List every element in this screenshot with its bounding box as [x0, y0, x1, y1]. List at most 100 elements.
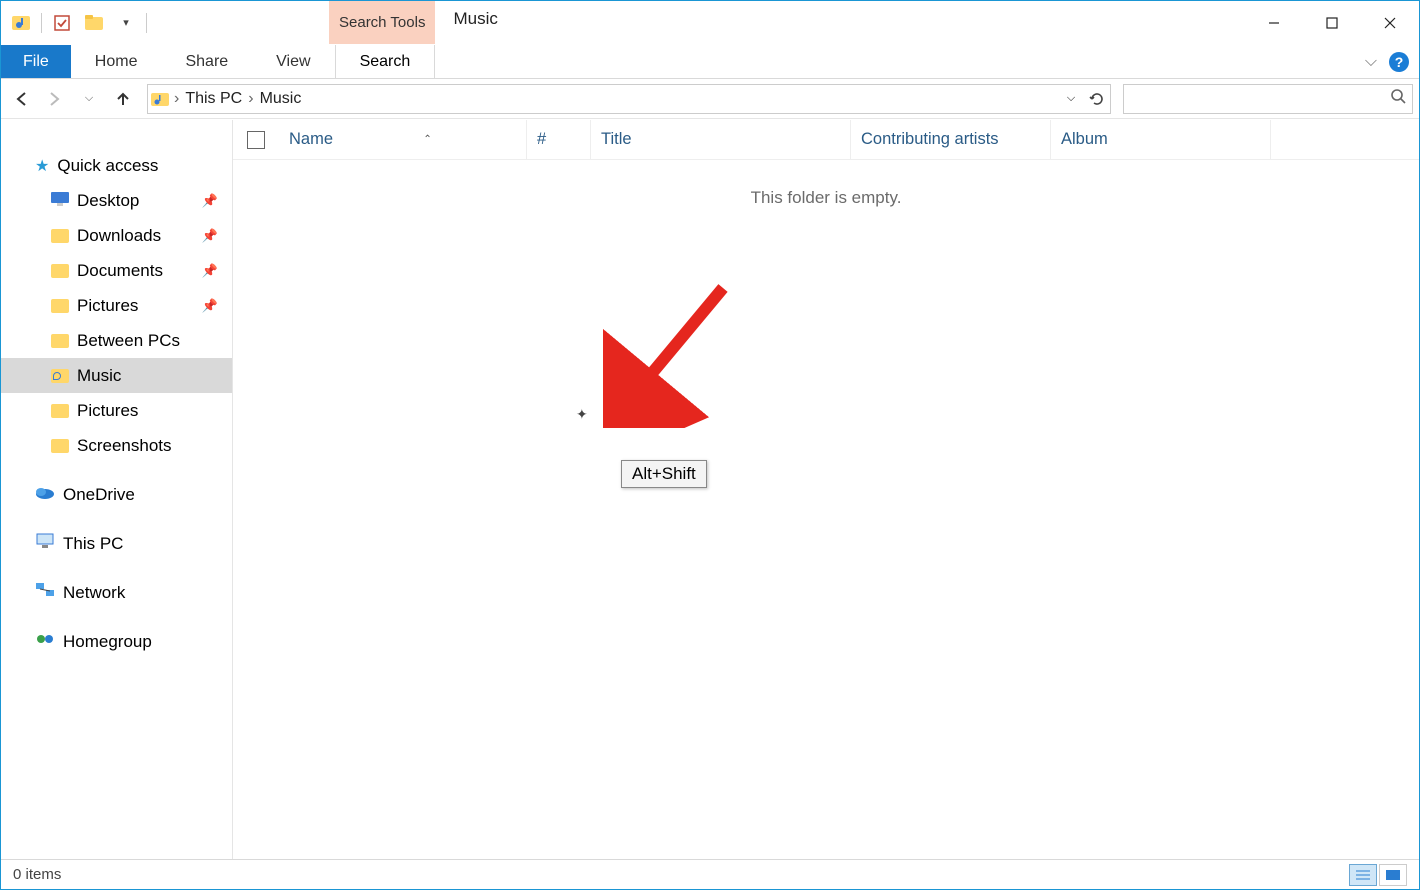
context-tab-search-tools[interactable]: Search Tools — [329, 1, 435, 44]
new-folder-icon[interactable] — [80, 9, 108, 37]
sidebar-item-between-pcs[interactable]: Between PCs — [1, 323, 232, 358]
folder-icon — [51, 264, 69, 278]
refresh-button[interactable] — [1084, 85, 1110, 113]
keyboard-tooltip: Alt+Shift — [621, 460, 707, 488]
folder-icon — [51, 439, 69, 453]
column-number[interactable]: # — [527, 120, 591, 159]
sidebar-label: OneDrive — [63, 485, 135, 505]
sidebar-item-label: Desktop — [77, 191, 139, 211]
ribbon-expand-icon[interactable]: ⌵ — [1365, 53, 1377, 71]
sidebar-label: This PC — [63, 534, 123, 554]
sidebar-item-desktop[interactable]: Desktop 📌 — [1, 183, 232, 218]
window-title: Music — [435, 1, 515, 44]
cursor-icon: ✦ — [576, 406, 588, 423]
sidebar-item-label: Screenshots — [77, 436, 172, 456]
sidebar-item-music[interactable]: Music — [1, 358, 232, 393]
sidebar-item-downloads[interactable]: Downloads 📌 — [1, 218, 232, 253]
pc-icon — [35, 533, 55, 554]
sidebar-homegroup[interactable]: Homegroup — [1, 624, 232, 659]
sidebar-network[interactable]: Network — [1, 575, 232, 610]
ribbon-tabs: File Home Share View Search ⌵ ? — [1, 45, 1419, 79]
breadcrumb-this-pc[interactable]: This PC — [181, 90, 246, 108]
column-label: Title — [601, 130, 632, 149]
column-label: Contributing artists — [861, 130, 999, 149]
sidebar-item-label: Music — [77, 366, 121, 386]
ribbon-tab-search[interactable]: Search — [335, 45, 436, 78]
column-label: Album — [1061, 130, 1108, 149]
location-music-icon — [148, 91, 172, 107]
desktop-icon — [51, 191, 69, 211]
column-label: # — [537, 130, 546, 149]
search-box[interactable] — [1123, 84, 1413, 114]
chevron-right-icon[interactable]: › — [172, 90, 181, 108]
folder-icon — [51, 229, 69, 243]
pin-icon: 📌 — [202, 298, 218, 314]
music-folder-icon — [51, 369, 69, 383]
sidebar-item-pictures[interactable]: Pictures 📌 — [1, 288, 232, 323]
column-contributing-artists[interactable]: Contributing artists — [851, 120, 1051, 159]
minimize-button[interactable] — [1245, 1, 1303, 44]
navigation-pane: ★ Quick access Desktop 📌 Downloads 📌 Doc… — [1, 120, 233, 859]
address-bar[interactable]: › This PC › Music ⌵ — [147, 84, 1111, 114]
maximize-button[interactable] — [1303, 1, 1361, 44]
folder-icon — [51, 404, 69, 418]
column-name[interactable]: Name ⌃ — [279, 120, 527, 159]
ribbon-tab-view[interactable]: View — [252, 45, 334, 78]
onedrive-icon — [35, 485, 55, 505]
sidebar-item-label: Documents — [77, 261, 163, 281]
view-large-icons-button[interactable] — [1379, 864, 1407, 886]
recent-locations-button[interactable]: ⌵ — [75, 85, 103, 113]
sidebar-quick-access[interactable]: ★ Quick access — [1, 148, 232, 183]
folder-icon — [51, 299, 69, 313]
view-details-button[interactable] — [1349, 864, 1377, 886]
separator — [146, 13, 147, 33]
sidebar-onedrive[interactable]: OneDrive — [1, 477, 232, 512]
annotation-arrow — [603, 268, 743, 428]
column-album[interactable]: Album — [1051, 120, 1271, 159]
qat-customize-icon[interactable]: ▾ — [112, 9, 140, 37]
folder-icon — [51, 334, 69, 348]
empty-folder-message: This folder is empty. — [233, 160, 1419, 208]
properties-icon[interactable] — [48, 9, 76, 37]
status-item-count: 0 items — [13, 866, 61, 883]
sort-caret-icon: ⌃ — [423, 134, 431, 145]
status-bar: 0 items — [1, 859, 1419, 889]
title-bar: ▾ Search Tools Music — [1, 1, 1419, 45]
up-button[interactable] — [109, 85, 137, 113]
homegroup-icon — [35, 631, 55, 652]
navigation-bar: ⌵ › This PC › Music ⌵ — [1, 79, 1419, 119]
column-label: Name — [289, 130, 333, 149]
help-icon[interactable]: ? — [1389, 52, 1409, 72]
ribbon-tab-share[interactable]: Share — [161, 45, 252, 78]
pin-icon: 📌 — [202, 263, 218, 279]
app-icon — [7, 9, 35, 37]
close-button[interactable] — [1361, 1, 1419, 44]
search-input[interactable] — [1130, 90, 1390, 107]
chevron-right-icon[interactable]: › — [246, 90, 255, 108]
ribbon-tab-home[interactable]: Home — [71, 45, 162, 78]
star-icon: ★ — [35, 156, 49, 176]
address-dropdown-button[interactable]: ⌵ — [1058, 85, 1084, 113]
pin-icon: 📌 — [202, 228, 218, 244]
sidebar-item-label: Between PCs — [77, 331, 180, 351]
sidebar-label: Network — [63, 583, 125, 603]
sidebar-label: Quick access — [57, 156, 158, 176]
separator — [41, 13, 42, 33]
sidebar-item-label: Pictures — [77, 401, 138, 421]
sidebar-label: Homegroup — [63, 632, 152, 652]
sidebar-item-documents[interactable]: Documents 📌 — [1, 253, 232, 288]
column-title[interactable]: Title — [591, 120, 851, 159]
sidebar-item-label: Pictures — [77, 296, 138, 316]
sidebar-item-pictures-2[interactable]: Pictures — [1, 393, 232, 428]
forward-button[interactable] — [41, 85, 69, 113]
back-button[interactable] — [7, 85, 35, 113]
select-all-checkbox[interactable] — [247, 131, 265, 149]
search-icon[interactable] — [1390, 88, 1406, 109]
pin-icon: 📌 — [202, 193, 218, 209]
breadcrumb-music[interactable]: Music — [256, 90, 306, 108]
sidebar-item-screenshots[interactable]: Screenshots — [1, 428, 232, 463]
sidebar-this-pc[interactable]: This PC — [1, 526, 232, 561]
network-icon — [35, 582, 55, 603]
ribbon-file-tab[interactable]: File — [1, 45, 71, 78]
sidebar-item-label: Downloads — [77, 226, 161, 246]
